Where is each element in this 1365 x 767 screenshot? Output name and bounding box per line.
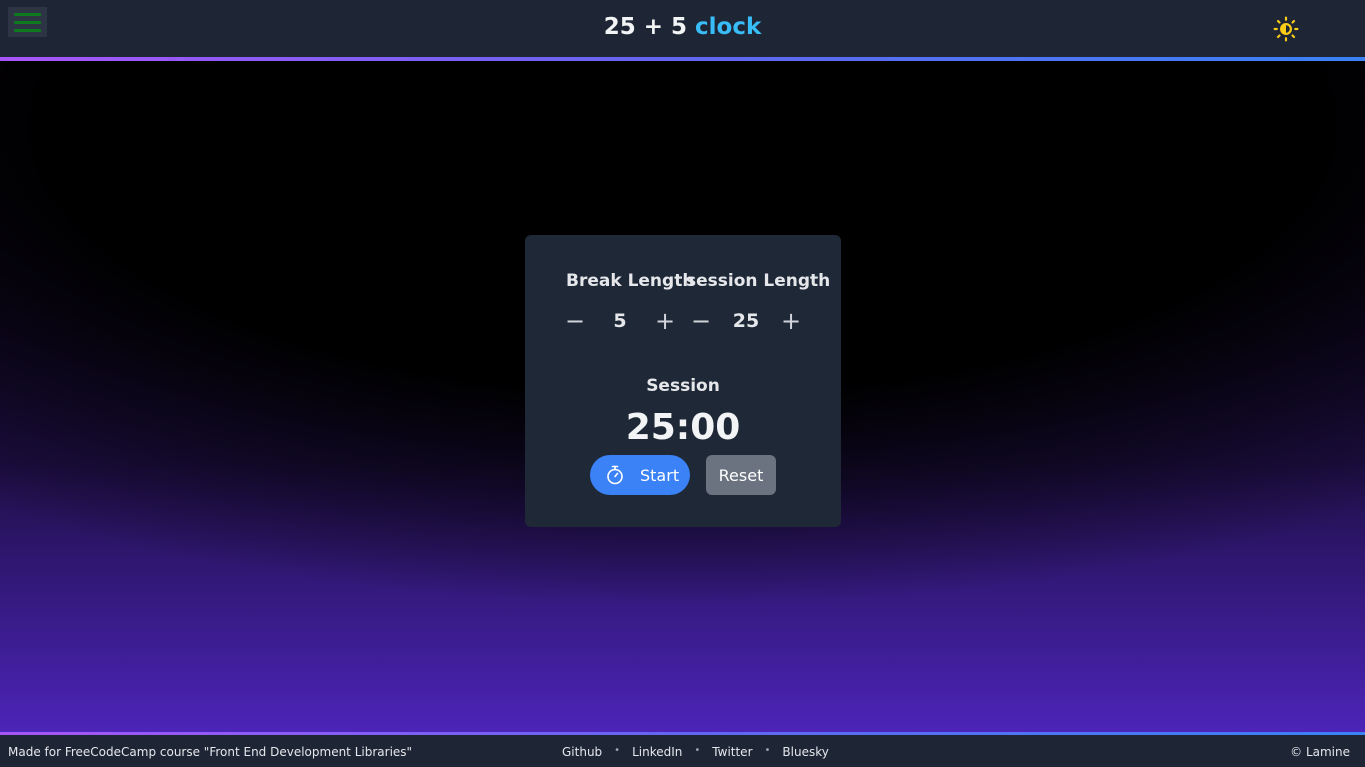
theme-toggle-button[interactable] xyxy=(1270,13,1302,45)
footer-links: Github • LinkedIn • Twitter • Bluesky xyxy=(562,745,829,759)
footer-credit: Made for FreeCodeCamp course "Front End … xyxy=(8,745,413,759)
start-button-label: Start xyxy=(640,465,680,485)
linkedin-link[interactable]: LinkedIn xyxy=(632,745,682,759)
title-accent: clock xyxy=(695,14,762,40)
title-main: 25 + 5 xyxy=(603,14,696,40)
break-decrement-button[interactable]: − xyxy=(562,308,588,334)
github-link[interactable]: Github xyxy=(562,745,602,759)
session-label: session Length xyxy=(686,271,831,291)
time-left: 25:00 xyxy=(625,407,741,448)
stopwatch-icon xyxy=(607,465,623,485)
app-footer: Made for FreeCodeCamp course "Front End … xyxy=(0,735,1365,767)
link-separator: • xyxy=(614,745,621,756)
session-increment-button[interactable]: + xyxy=(778,308,804,334)
session-length-value: 25 xyxy=(732,310,760,332)
link-separator: • xyxy=(764,745,771,756)
session-decrement-button[interactable]: − xyxy=(688,308,714,334)
clock-card: Break Length session Length − 5 + − 25 +… xyxy=(525,235,841,527)
timer-label: Session xyxy=(646,376,720,396)
start-button[interactable]: Start xyxy=(590,455,690,495)
break-label: Break Length xyxy=(566,271,695,291)
twitter-link[interactable]: Twitter xyxy=(712,745,752,759)
bluesky-link[interactable]: Bluesky xyxy=(782,745,828,759)
reset-button[interactable]: Reset xyxy=(706,455,776,495)
app-title: 25 + 5 clock xyxy=(0,14,1365,40)
sun-moon-icon xyxy=(1273,16,1299,42)
break-increment-button[interactable]: + xyxy=(652,308,678,334)
app-header: 25 + 5 clock xyxy=(0,0,1365,57)
link-separator: • xyxy=(694,745,701,756)
footer-copyright: © Lamine xyxy=(1290,745,1350,759)
break-length-value: 5 xyxy=(613,310,627,332)
